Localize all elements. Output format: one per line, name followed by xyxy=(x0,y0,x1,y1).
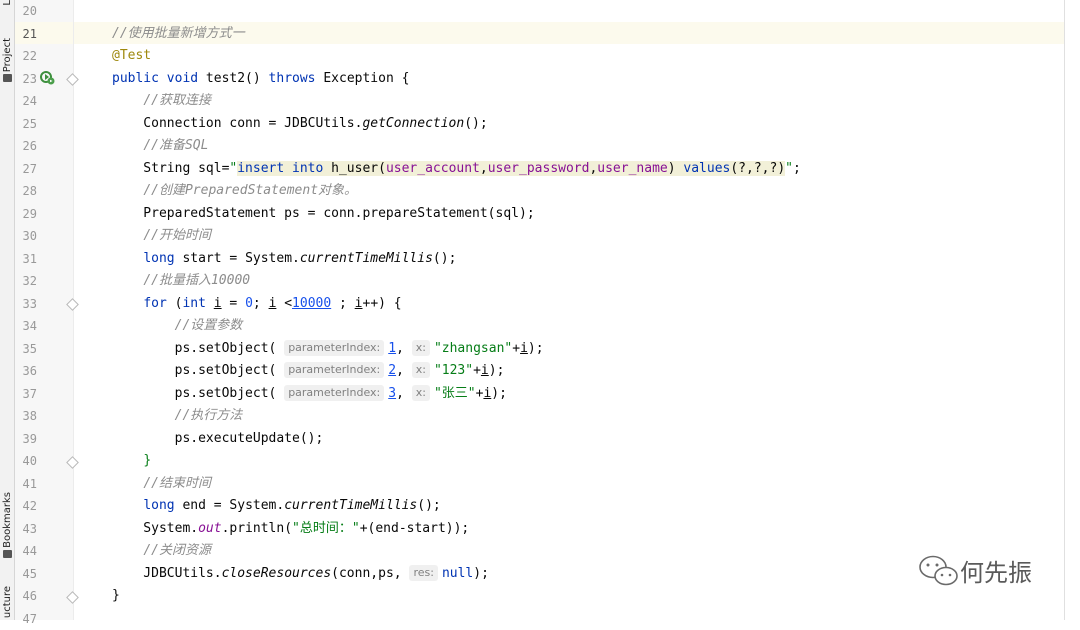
line-number: 34 xyxy=(22,319,37,333)
line-number: 21 xyxy=(22,26,37,41)
line-number: 36 xyxy=(22,364,37,378)
code-line[interactable]: 20 xyxy=(0,0,1064,22)
code-line[interactable]: 45 JDBCUtils.closeResources(conn,ps, res… xyxy=(0,563,1064,585)
code-text: ps.setObject( parameterIndex: 3, x: "张三"+i… xyxy=(112,384,507,401)
code-text: //开始时间 xyxy=(143,228,211,243)
code-line[interactable]: 42 long end = System.currentTimeMillis()… xyxy=(0,495,1064,517)
watermark: 何先振 xyxy=(918,553,1032,588)
code-line[interactable]: 44 //关闭资源 xyxy=(0,540,1064,562)
line-number: 32 xyxy=(22,274,37,288)
code-text: @Test xyxy=(112,48,152,63)
code-text: //使用批量新增方式一 xyxy=(112,25,245,41)
code-text: //关闭资源 xyxy=(143,543,211,558)
code-line[interactable]: 43 System.out.println("总时间："+(end-start)… xyxy=(0,518,1064,540)
code-line[interactable]: 29 PreparedStatement ps = conn.prepareSt… xyxy=(0,203,1064,225)
code-text: JDBCUtils.closeResources(conn,ps, res: nu… xyxy=(112,564,489,581)
code-line[interactable]: 21 //使用批量新增方式一 xyxy=(0,23,1064,45)
code-text: Connection conn = JDBCUtils.getConnectio… xyxy=(112,115,488,131)
line-number: 40 xyxy=(22,454,37,468)
code-text: long end = System.currentTimeMillis(); xyxy=(143,498,441,513)
line-number: 29 xyxy=(22,206,37,221)
code-text: //执行方法 xyxy=(174,408,243,423)
line-number: 33 xyxy=(22,296,37,311)
watermark-text: 何先振 xyxy=(960,559,1032,587)
code-text: ps.setObject( parameterIndex: 2, x: "123"+… xyxy=(112,362,505,378)
line-number: 45 xyxy=(22,566,37,581)
code-line[interactable]: 35 ps.setObject( parameterIndex: 1, x: "zh… xyxy=(0,338,1064,360)
code-text: //批量插入10000 xyxy=(143,273,251,288)
code-line[interactable]: 34 //设置参数 xyxy=(0,315,1064,337)
code-line[interactable]: 47 xyxy=(0,608,1064,630)
run-test-icon[interactable] xyxy=(40,70,56,86)
line-number: 24 xyxy=(22,94,37,108)
code-line[interactable]: 33 for (int i = 0; i <10000 ; i++) { xyxy=(0,293,1064,315)
code-text: for (int i = 0; i <10000 ; i++) { xyxy=(143,295,402,311)
code-line[interactable]: 36 ps.setObject( parameterIndex: 2, x: "12… xyxy=(0,360,1064,382)
code-text: } xyxy=(143,453,152,468)
line-number: 41 xyxy=(22,476,37,491)
line-number: 28 xyxy=(22,184,37,198)
code-line[interactable]: 22 @Test xyxy=(0,45,1064,67)
line-number: 46 xyxy=(22,589,37,603)
line-number: 44 xyxy=(22,544,37,558)
line-number: 38 xyxy=(22,409,37,423)
code-text: long start = System.currentTimeMillis(); xyxy=(143,250,457,266)
code-text: ps.executeUpdate(); xyxy=(112,430,324,446)
code-line[interactable]: 30 //开始时间 xyxy=(0,225,1064,247)
code-line[interactable]: 25 Connection conn = JDBCUtils.getConnec… xyxy=(0,113,1064,135)
code-text: //准备SQL xyxy=(143,138,209,153)
code-text: String sql="insert into h_user(user_acco… xyxy=(112,160,801,176)
code-text: } xyxy=(112,588,120,603)
right-margin-guide xyxy=(1064,0,1065,620)
code-line[interactable]: 27 String sql="insert into h_user(user_a… xyxy=(0,158,1064,180)
code-text: //设置参数 xyxy=(174,318,243,333)
line-number: 23 xyxy=(22,71,37,86)
line-number: 20 xyxy=(22,4,37,18)
code-line[interactable]: 39 ps.executeUpdate(); xyxy=(0,428,1064,450)
code-text: //获取连接 xyxy=(143,93,211,108)
code-line[interactable]: 32 //批量插入10000 xyxy=(0,270,1064,292)
line-number: 25 xyxy=(22,116,37,131)
line-number: 26 xyxy=(22,139,37,153)
code-line[interactable]: 38 //执行方法 xyxy=(0,405,1064,427)
wechat-icon xyxy=(919,555,958,585)
code-line[interactable]: 46} xyxy=(0,585,1064,607)
line-number: 37 xyxy=(22,386,37,401)
line-number: 42 xyxy=(22,499,37,513)
code-line[interactable]: 23 public void test2() throws Exception { xyxy=(0,68,1064,90)
code-line[interactable]: 37 ps.setObject( parameterIndex: 3, x: "张三… xyxy=(0,383,1064,405)
code-line[interactable]: 26 //准备SQL xyxy=(0,135,1064,157)
code-text: PreparedStatement ps = conn.prepareState… xyxy=(112,205,535,221)
code-line[interactable]: 31 long start = System.currentTimeMillis… xyxy=(0,248,1064,270)
line-number: 47 xyxy=(22,611,37,626)
line-number: 27 xyxy=(22,161,37,176)
line-number: 39 xyxy=(22,431,37,446)
line-number: 31 xyxy=(22,251,37,266)
code-text: System.out.println("总时间："+(end-start)); xyxy=(112,520,470,536)
code-text: //创建PreparedStatement对象。 xyxy=(143,183,358,198)
code-line[interactable]: 40 } xyxy=(0,450,1064,472)
line-number: 43 xyxy=(22,521,37,536)
code-line[interactable]: 28 //创建PreparedStatement对象。 xyxy=(0,180,1064,202)
line-number: 35 xyxy=(22,341,37,356)
code-line[interactable]: 41 //结束时间 xyxy=(0,473,1064,495)
line-number: 30 xyxy=(22,229,37,243)
code-text: public void test2() throws Exception { xyxy=(112,70,410,86)
code-text: ps.setObject( parameterIndex: 1, x: "zhang… xyxy=(112,339,544,356)
line-number: 22 xyxy=(22,49,37,63)
code-line[interactable]: 24 //获取连接 xyxy=(0,90,1064,112)
code-text: //结束时间 xyxy=(143,475,211,491)
